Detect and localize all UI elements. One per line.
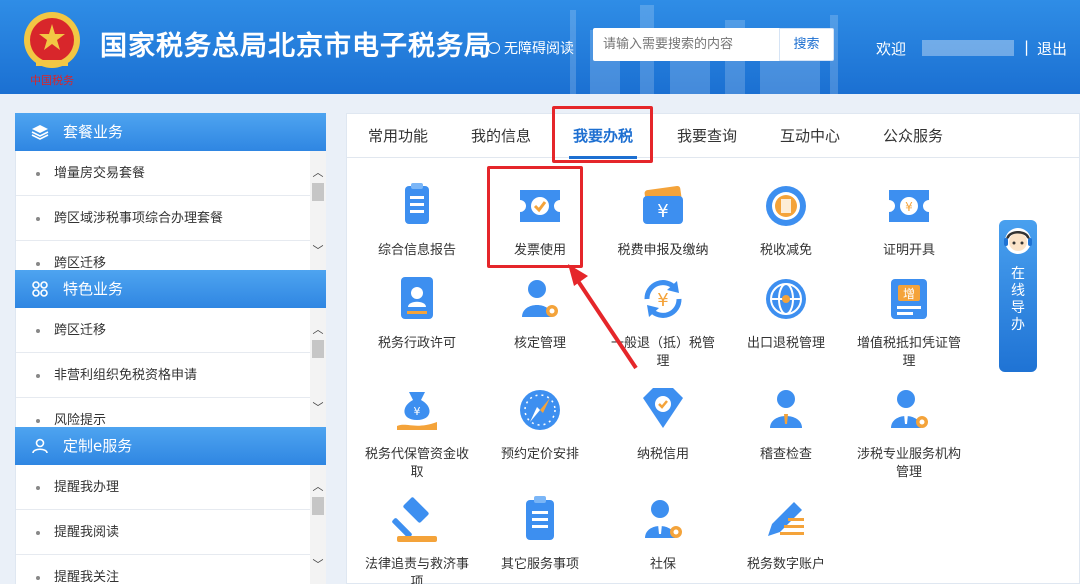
welcome-text: 欢迎 <box>876 40 907 58</box>
service-tax-relief[interactable]: 税收减免 <box>731 178 841 260</box>
svg-text:¥: ¥ <box>657 290 668 311</box>
username-redacted <box>922 40 1014 56</box>
panel-package-business: 套餐业务 增量房交易套餐 跨区域涉税事项综合办理套餐 跨区迁移 ︿ ﹀ <box>15 113 326 272</box>
panel-featured-business: 特色业务 跨区迁移 非营利组织免税资格申请 风险提示 ︿ ﹀ <box>15 270 326 429</box>
pen-lines-icon <box>768 502 804 536</box>
pointer-arrow-icon <box>568 264 638 370</box>
scroll-up-icon[interactable]: ︿ <box>310 322 326 338</box>
panel-header[interactable]: 定制e服务 <box>15 427 326 465</box>
avatar-icon <box>1004 228 1032 254</box>
scrollbar[interactable]: ︿ ﹀ <box>310 151 326 272</box>
service-social-security[interactable]: 社保 <box>608 492 718 574</box>
scrollbar[interactable]: ︿ ﹀ <box>310 308 326 429</box>
scroll-down-icon[interactable]: ﹀ <box>310 243 326 259</box>
globe-icon <box>766 279 806 319</box>
id-card-icon <box>401 277 433 319</box>
user-icon <box>32 438 48 454</box>
scrollbar[interactable]: ︿ ﹀ <box>310 465 326 584</box>
tab-bar: 常用功能 我的信息 我要办税 我要查询 互动中心 公众服务 <box>347 114 1079 159</box>
header-separator: | <box>1024 38 1030 56</box>
scroll-thumb[interactable] <box>312 340 324 358</box>
clipboard-icon <box>526 496 554 540</box>
tab-tax-handling[interactable]: 我要办税 <box>568 114 638 159</box>
service-pricing-arrangement[interactable]: 预约定价安排 <box>485 382 595 464</box>
scroll-thumb[interactable] <box>312 497 324 515</box>
service-admin-permit[interactable]: 税务行政许可 <box>362 271 472 353</box>
service-tax-credit[interactable]: 纳税信用 <box>608 382 718 464</box>
service-certificate[interactable]: ¥ 证明开具 <box>854 178 964 260</box>
diamond-check-icon <box>643 388 683 428</box>
tab-public-service[interactable]: 公众服务 <box>883 114 943 158</box>
online-guide-button[interactable]: 在线导办 <box>999 220 1037 372</box>
panel-list: 提醒我办理 提醒我阅读 提醒我关注 ︿ ﹀ <box>15 465 326 584</box>
gavel-icon <box>392 497 437 542</box>
agent-gear-icon <box>891 390 928 428</box>
svg-text:¥: ¥ <box>905 200 913 214</box>
panel-header[interactable]: 套餐业务 <box>15 113 326 151</box>
certificate-ticket-icon: ¥ <box>889 190 929 222</box>
compass-icon <box>520 390 560 430</box>
list-item[interactable]: 提醒我阅读 <box>16 510 311 555</box>
list-item[interactable]: 风险提示 <box>16 398 311 429</box>
list-item[interactable]: 提醒我关注 <box>16 555 311 584</box>
service-tax-declaration[interactable]: ¥ 税费申报及缴纳 <box>608 178 718 260</box>
service-comprehensive-report[interactable]: 综合信息报告 <box>362 178 472 260</box>
tab-my-info[interactable]: 我的信息 <box>471 114 531 158</box>
search-button[interactable]: 搜索 <box>779 28 834 61</box>
vat-voucher-icon: 增 <box>891 279 927 319</box>
list-item[interactable]: 提醒我办理 <box>16 465 311 510</box>
service-vat-deduction[interactable]: 增 增值税抵扣凭证管理 <box>854 271 964 371</box>
scroll-thumb[interactable] <box>312 183 324 201</box>
panel-header[interactable]: 特色业务 <box>15 270 326 308</box>
accessible-reading-link[interactable]: 无障碍阅读 <box>488 38 574 58</box>
svg-text:中国税务: 中国税务 <box>30 73 74 87</box>
scroll-up-icon[interactable]: ︿ <box>310 479 326 495</box>
scroll-up-icon[interactable]: ︿ <box>310 165 326 181</box>
inspector-icon <box>770 390 802 428</box>
invoice-ticket-icon <box>520 190 560 222</box>
logout-link[interactable]: 退出 <box>1037 38 1067 59</box>
tax-relief-icon <box>766 186 806 226</box>
service-digital-account[interactable]: 税务数字账户 <box>731 492 841 574</box>
service-legal-remedy[interactable]: 法律追责与救济事项 <box>362 492 472 584</box>
panel-custom-service: 定制e服务 提醒我办理 提醒我阅读 提醒我关注 ︿ ﹀ <box>15 427 326 584</box>
list-item[interactable]: 非营利组织免税资格申请 <box>16 353 311 398</box>
accessibility-icon <box>488 42 500 54</box>
grid-icon <box>32 281 48 297</box>
national-emblem-icon: 中国税务 <box>24 12 80 87</box>
document-list-icon <box>405 183 429 224</box>
tab-common-functions[interactable]: 常用功能 <box>368 114 428 158</box>
service-invoice-use[interactable]: 发票使用 <box>485 178 595 260</box>
svg-text:增: 增 <box>903 287 915 301</box>
search-input[interactable] <box>593 28 779 61</box>
list-item[interactable]: 跨区迁移 <box>16 241 311 272</box>
panel-list: 跨区迁移 非营利组织免税资格申请 风险提示 ︿ ﹀ <box>15 308 326 429</box>
site-title: 国家税务总局北京市电子税务局 <box>100 31 492 62</box>
svg-text:¥: ¥ <box>657 201 668 222</box>
social-security-icon <box>645 500 682 538</box>
scroll-down-icon[interactable]: ﹀ <box>310 557 326 573</box>
list-item[interactable]: 跨区域涉税事项综合办理套餐 <box>16 196 311 241</box>
panel-list: 增量房交易套餐 跨区域涉税事项综合办理套餐 跨区迁移 ︿ ﹀ <box>15 151 326 272</box>
yuan-wallet-icon: ¥ <box>643 185 683 224</box>
list-item[interactable]: 增量房交易套餐 <box>16 151 311 196</box>
service-other[interactable]: 其它服务事项 <box>485 492 595 574</box>
services-panel: 常用功能 我的信息 我要办税 我要查询 互动中心 公众服务 综合信息报告 发票使… <box>346 113 1080 584</box>
service-export-refund[interactable]: 出口退税管理 <box>731 271 841 353</box>
site-header: 中国税务 国家税务总局北京市电子税务局 无障碍阅读 搜索 欢迎 | 退出 <box>0 0 1080 94</box>
money-bag-hand-icon: ¥ <box>397 392 437 430</box>
tab-query[interactable]: 我要查询 <box>677 114 737 158</box>
scroll-down-icon[interactable]: ﹀ <box>310 400 326 416</box>
service-custody-funds[interactable]: ¥ 税务代保管资金收取 <box>362 382 472 482</box>
service-agency-management[interactable]: 涉税专业服务机构管理 <box>854 382 964 482</box>
svg-text:¥: ¥ <box>414 405 421 418</box>
tab-interaction-center[interactable]: 互动中心 <box>780 114 840 158</box>
layers-icon <box>31 125 49 140</box>
list-item[interactable]: 跨区迁移 <box>16 308 311 353</box>
service-inspection[interactable]: 稽查检查 <box>731 382 841 464</box>
